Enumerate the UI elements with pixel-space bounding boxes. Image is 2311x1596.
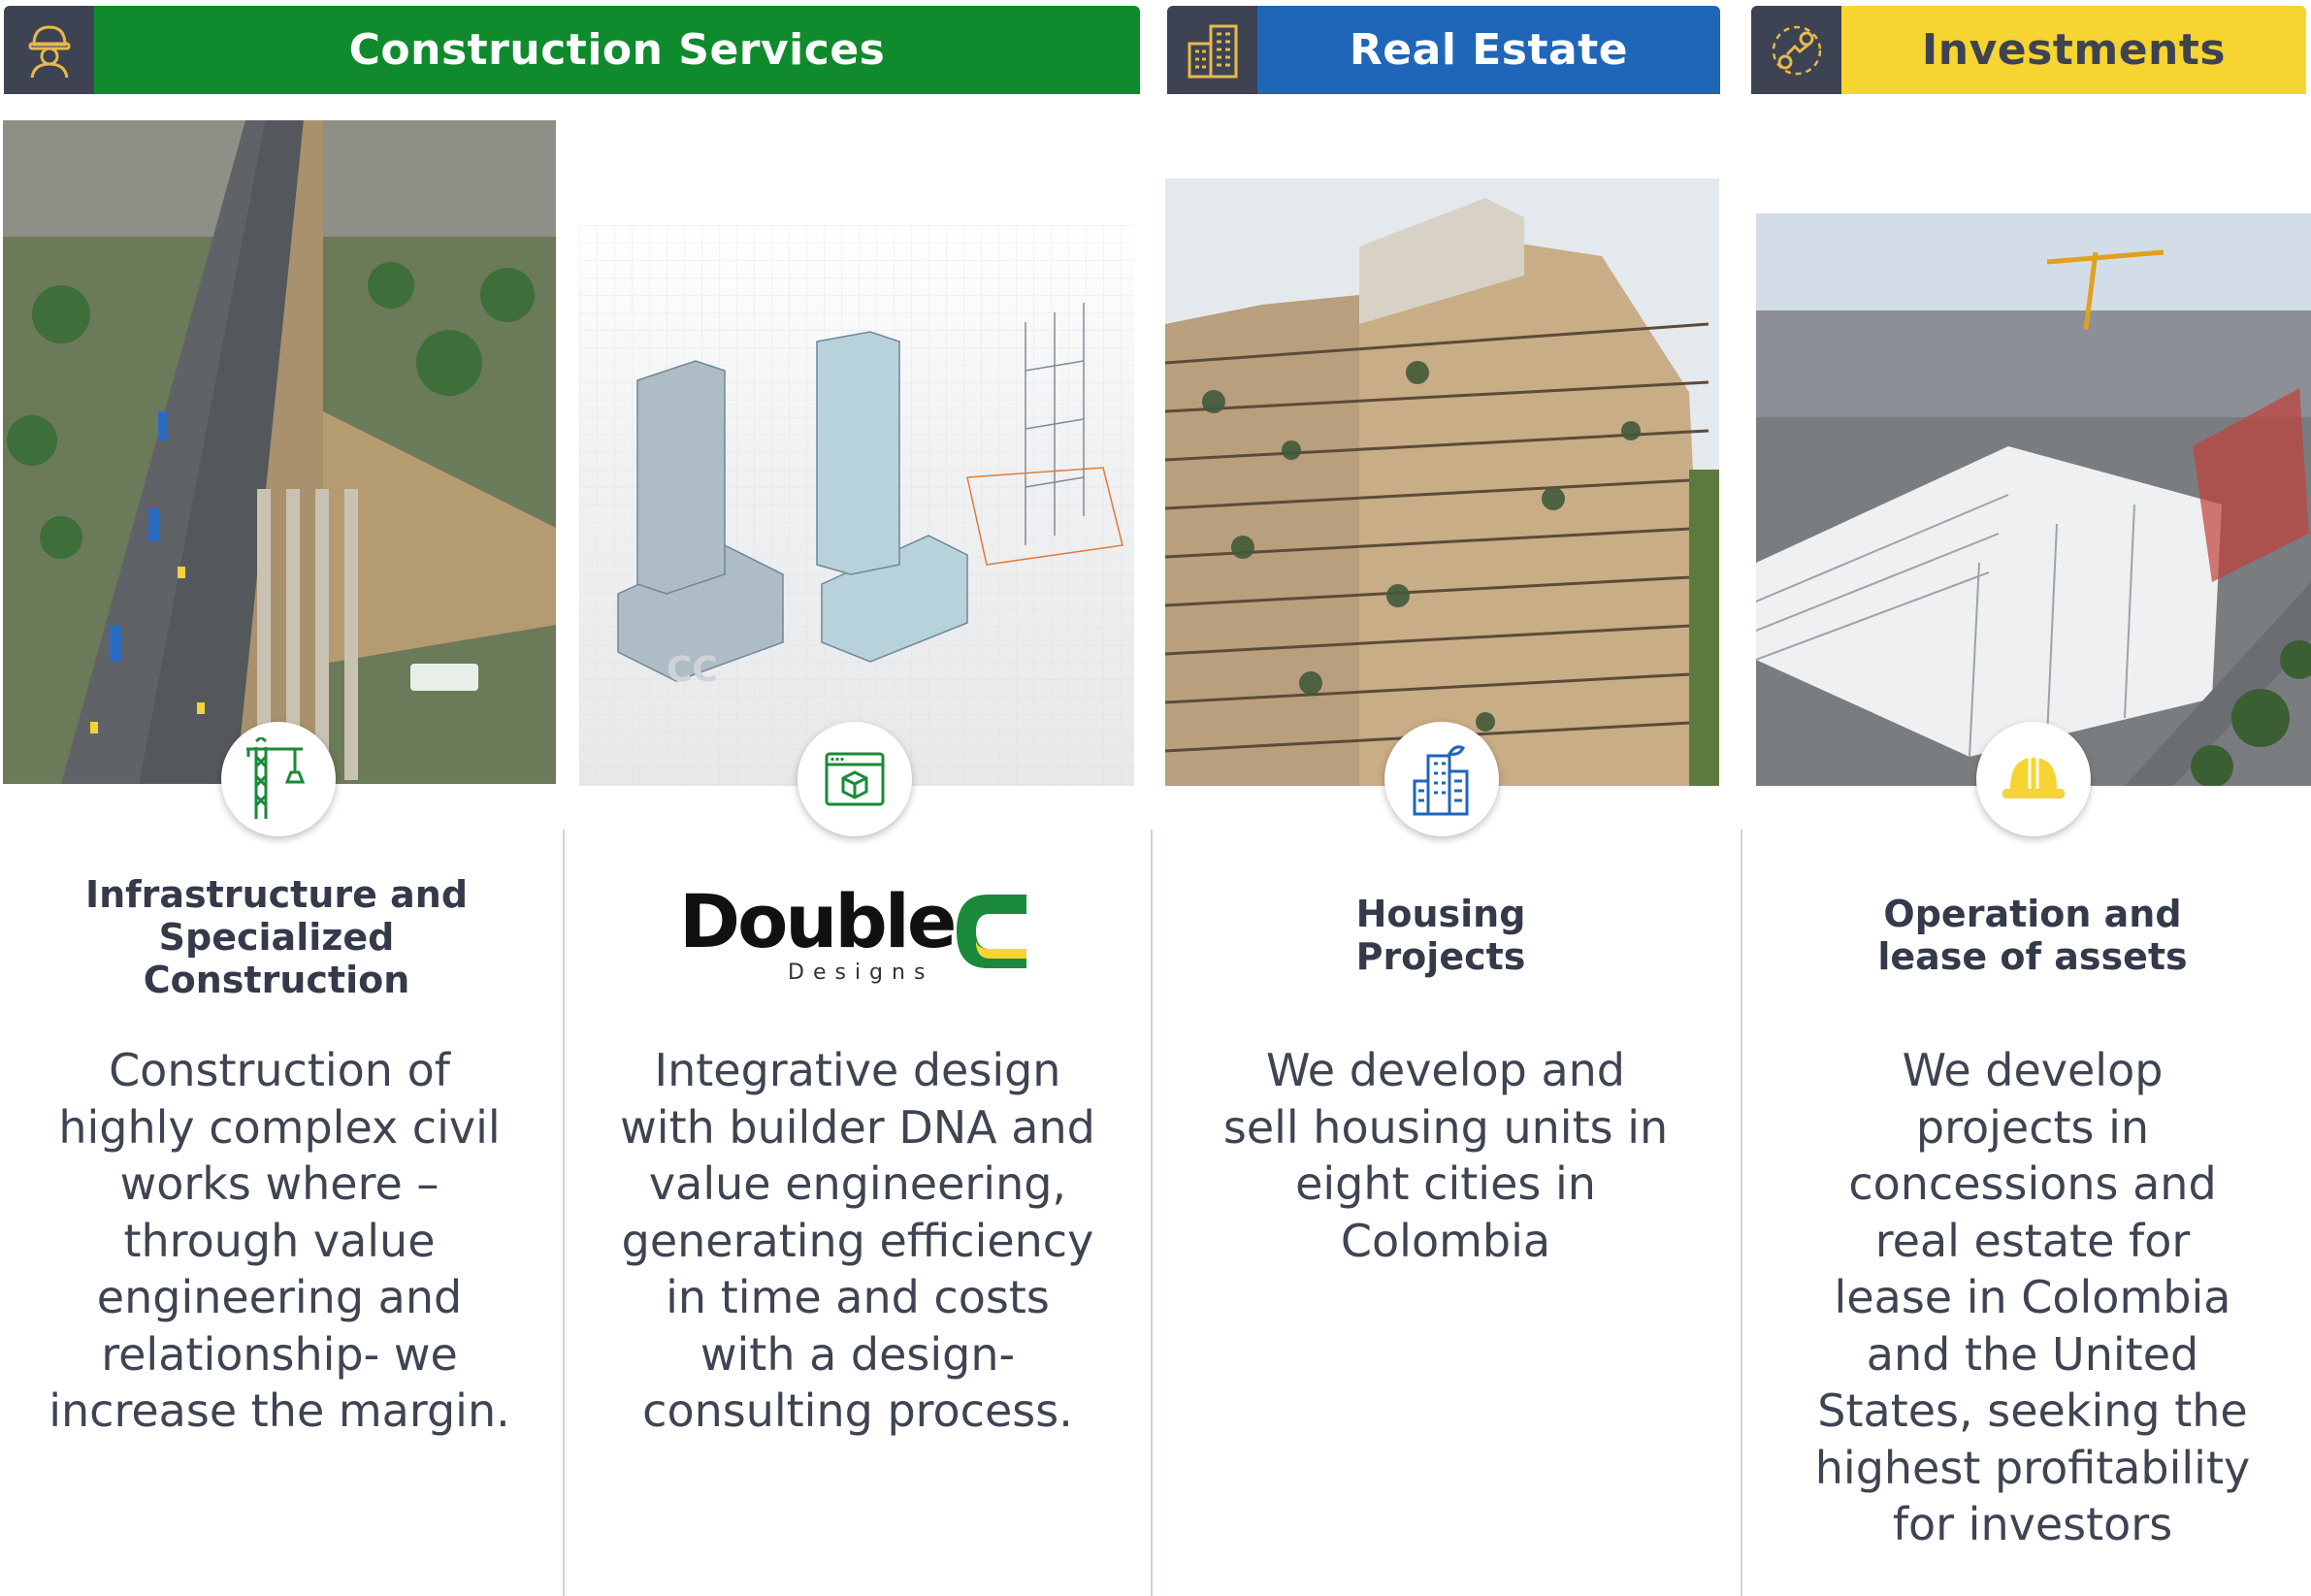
banner-construction-services: Construction Services [4,6,1140,94]
city-buildings-icon [1384,722,1499,836]
banner-title: Construction Services [94,6,1140,94]
column-divider [563,830,565,1596]
banner-title: Real Estate [1257,6,1720,94]
housing-description: We develop and sell housing units in eig… [1222,1044,1669,1267]
building-icon [1167,6,1257,94]
design-description: Integrative design with builder DNA and … [620,1044,1095,1437]
growth-gears-icon [1751,6,1841,94]
logo-subtitle: Designs [788,961,934,985]
banner-real-estate: Real Estate [1167,6,1720,94]
infrastructure-heading: Infrastructure and Specialized Construct… [84,873,469,1001]
infrastructure-description: Construction of highly complex civil wor… [49,1044,510,1437]
housing-heading: Housing Projects [1355,893,1526,978]
design-window-icon [797,722,912,836]
column-divider [1741,830,1742,1596]
logo-wordmark: Double [679,878,957,964]
logo-c-mark [957,895,1026,968]
hard-hat-icon [1976,722,2091,836]
infrastructure-photo [3,120,556,784]
operation-description: We develop projects in concessions and r… [1814,1044,2251,1550]
investment-assets-photo [1756,213,2311,786]
operation-heading: Operation and lease of assets [1877,893,2188,978]
banner-investments: Investments [1751,6,2306,94]
crane-icon [221,722,336,836]
design-model-photo: CC [579,225,1134,786]
banner-title: Investments [1841,6,2306,94]
column-divider [1151,830,1153,1596]
housing-tower-photo [1165,179,1719,786]
svg-text:CC: CC [667,650,718,690]
worker-icon [4,6,94,94]
double-c-designs-logo: Double Designs [679,883,1038,990]
